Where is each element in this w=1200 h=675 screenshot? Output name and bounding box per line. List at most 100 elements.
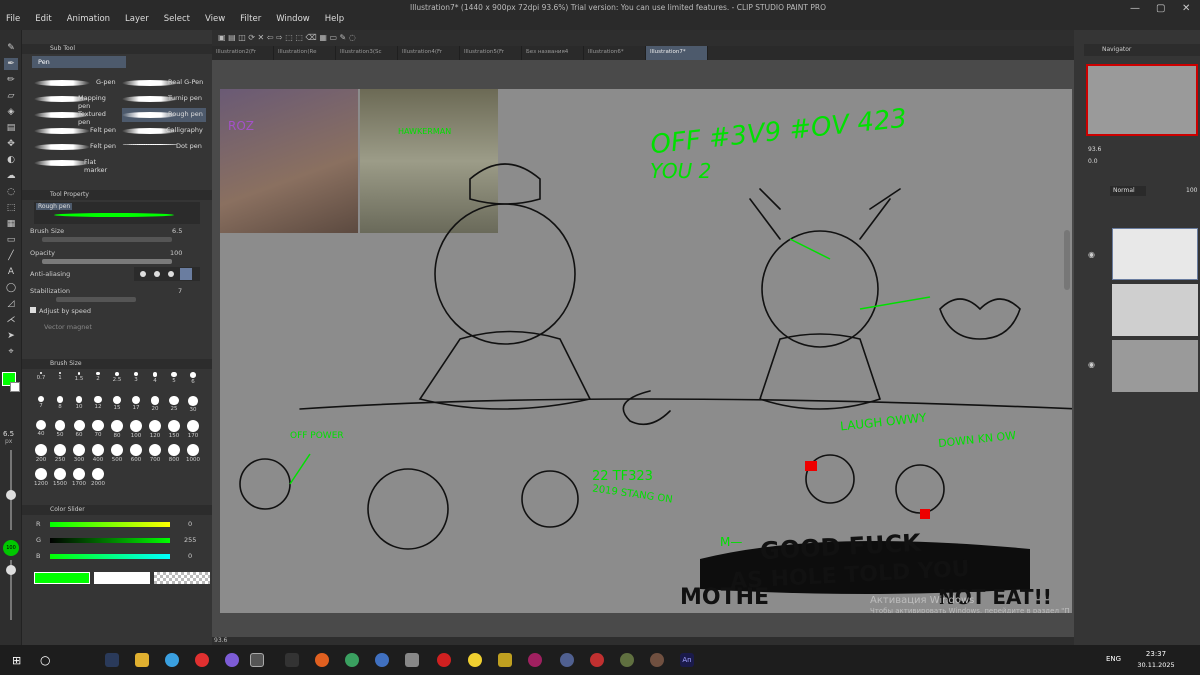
adjust-speed-row[interactable]: Adjust by speed (30, 307, 212, 317)
brush-size-preset[interactable]: 17 (129, 396, 143, 416)
brush-size-preset[interactable]: 12 (91, 396, 105, 416)
menu-help[interactable]: Help (325, 14, 344, 24)
layer-thumb-1[interactable] (1112, 228, 1198, 280)
tab-illustration6[interactable]: Illustration6* (584, 46, 646, 60)
blend-tool-icon[interactable]: ◐ (4, 154, 18, 166)
brush-rough-pen[interactable]: Rough pen (122, 108, 206, 122)
brush-size-preset[interactable]: 300 (72, 444, 86, 464)
brush-size-preset[interactable]: 5 (167, 372, 181, 392)
brush-size-preset[interactable]: 0.7 (34, 372, 48, 392)
brush-size-preset[interactable]: 30 (186, 396, 200, 416)
brush-size-preset[interactable]: 1.5 (72, 372, 86, 392)
app-icon-9[interactable] (528, 653, 542, 667)
brush-size-preset[interactable]: 120 (148, 420, 162, 440)
clock-date[interactable]: 30.11.2025 (1132, 661, 1180, 669)
menu-layer[interactable]: Layer (125, 14, 149, 24)
brush-g-pen[interactable]: G-pen (34, 76, 118, 90)
brush-size-preset[interactable]: 250 (53, 444, 67, 464)
main-color-chip[interactable] (34, 572, 90, 584)
yandex-icon[interactable] (195, 653, 209, 667)
brush-size-preset[interactable]: 2000 (91, 468, 105, 488)
brush-size-preset[interactable]: 400 (91, 444, 105, 464)
app-icon-10[interactable] (560, 653, 574, 667)
steam-icon[interactable] (105, 653, 119, 667)
brush-size-preset[interactable]: 20 (148, 396, 162, 416)
ruler-tool-icon[interactable]: ◿ (4, 298, 18, 310)
brush-size-preset[interactable]: 700 (148, 444, 162, 464)
brush-size-preset[interactable]: 500 (110, 444, 124, 464)
app-icon-5[interactable] (405, 653, 419, 667)
app-icon-2[interactable] (315, 653, 329, 667)
eye-icon[interactable]: ◉ (1088, 250, 1095, 259)
language-indicator[interactable]: ENG (1106, 655, 1121, 663)
close-icon[interactable]: ✕ (1182, 3, 1190, 14)
tab-illustration2[interactable]: Illustration2(Fr (212, 46, 274, 60)
brush-size-preset[interactable]: 25 (167, 396, 181, 416)
layer-thumb-3[interactable] (1112, 340, 1198, 392)
menu-edit[interactable]: Edit (35, 14, 51, 24)
brush-calligraphy[interactable]: Calligraphy (122, 124, 206, 138)
balloon-tool-icon[interactable]: ◯ (4, 282, 18, 294)
brush-size-preset[interactable]: 1000 (186, 444, 200, 464)
menu-filter[interactable]: Filter (240, 14, 261, 24)
opacity-slider[interactable] (42, 259, 172, 264)
brush-size-preset[interactable]: 2 (91, 372, 105, 392)
brush-size-preset[interactable]: 170 (186, 420, 200, 440)
app-icon-1[interactable] (285, 653, 299, 667)
clip-studio-icon[interactable] (250, 653, 264, 667)
brush-size-preset[interactable]: 50 (53, 420, 67, 440)
sub-color-swatch[interactable] (10, 382, 20, 392)
brush-size-preset[interactable]: 70 (91, 420, 105, 440)
app-icon-3[interactable] (345, 653, 359, 667)
fill-tool-icon[interactable]: ◈ (4, 106, 18, 118)
tab-untitled4[interactable]: Без названия4 (522, 46, 584, 60)
move-tool-icon[interactable]: ✥ (4, 138, 18, 150)
brush-size-preset[interactable]: 2.5 (110, 372, 124, 392)
menu-select[interactable]: Select (164, 14, 190, 24)
tab-illustration3[interactable]: Illustration3(Sc (336, 46, 398, 60)
rect-tool-icon[interactable]: ▭ (4, 234, 18, 246)
stabilization-slider[interactable] (56, 297, 136, 302)
viber-icon[interactable] (225, 653, 239, 667)
tab-illustration5[interactable]: Illustration5(Fr (460, 46, 522, 60)
app-icon-11[interactable] (590, 653, 604, 667)
brush-mapping-pen[interactable]: Mapping pen (34, 92, 118, 110)
transparent-color-chip[interactable] (154, 572, 210, 584)
brush-size-preset[interactable]: 15 (110, 396, 124, 416)
vertical-scrollbar[interactable] (1064, 230, 1070, 290)
brush-flat-marker[interactable]: Flat marker (34, 156, 118, 174)
pencil-tool-icon[interactable]: ✏ (4, 74, 18, 86)
size-slider-handle[interactable] (6, 490, 16, 500)
brush-size-preset[interactable]: 40 (34, 420, 48, 440)
app-icon-13[interactable] (650, 653, 664, 667)
eyedropper-tool-icon[interactable]: ⌖ (4, 346, 18, 358)
brush-size-preset[interactable]: 150 (167, 420, 181, 440)
text-tool-icon[interactable]: A (4, 266, 18, 278)
brush-size-preset[interactable]: 80 (110, 420, 124, 440)
tab-illustration4[interactable]: Illustration4(Fr (398, 46, 460, 60)
tab-illustration[interactable]: Illustration(Re (274, 46, 336, 60)
brush-size-preset[interactable]: 4 (148, 372, 162, 392)
drawing-canvas[interactable]: ROZ HAWKERMAN OFF #3V9 #OV 423 YOU 2 OFF… (220, 89, 1072, 613)
brush-size-preset[interactable]: 100 (129, 420, 143, 440)
brush-dot-pen[interactable]: Dot pen (122, 140, 206, 154)
maximize-icon[interactable]: ▢ (1156, 3, 1165, 14)
antialias-selector[interactable] (134, 267, 200, 281)
brush-size-preset[interactable]: 600 (129, 444, 143, 464)
lasso-tool-icon[interactable]: ◌ (4, 186, 18, 198)
command-icons[interactable]: ▣ ▤ ◫ ⟳ ✕ ⇦ ⇨ ⬚ ⬚ ⌫ ▦ ▭ ✎ ◌ (218, 33, 356, 42)
utorrent-icon[interactable] (165, 653, 179, 667)
menu-window[interactable]: Window (276, 14, 310, 24)
pen-tool-icon[interactable]: ✒ (4, 58, 18, 70)
brush-size-preset[interactable]: 3 (129, 372, 143, 392)
app-icon-12[interactable] (620, 653, 634, 667)
brush-size-preset[interactable]: 200 (34, 444, 48, 464)
eraser-tool-icon[interactable]: ▱ (4, 90, 18, 102)
brush-size-preset[interactable]: 7 (34, 396, 48, 416)
brush-size-preset[interactable]: 10 (72, 396, 86, 416)
brush-felt-pen[interactable]: Felt pen (34, 124, 118, 138)
gradient-tool-icon[interactable]: ▤ (4, 122, 18, 134)
blend-mode-select[interactable]: Normal (1110, 186, 1146, 196)
menu-file[interactable]: File (6, 14, 20, 24)
animate-icon[interactable]: An (680, 653, 694, 667)
